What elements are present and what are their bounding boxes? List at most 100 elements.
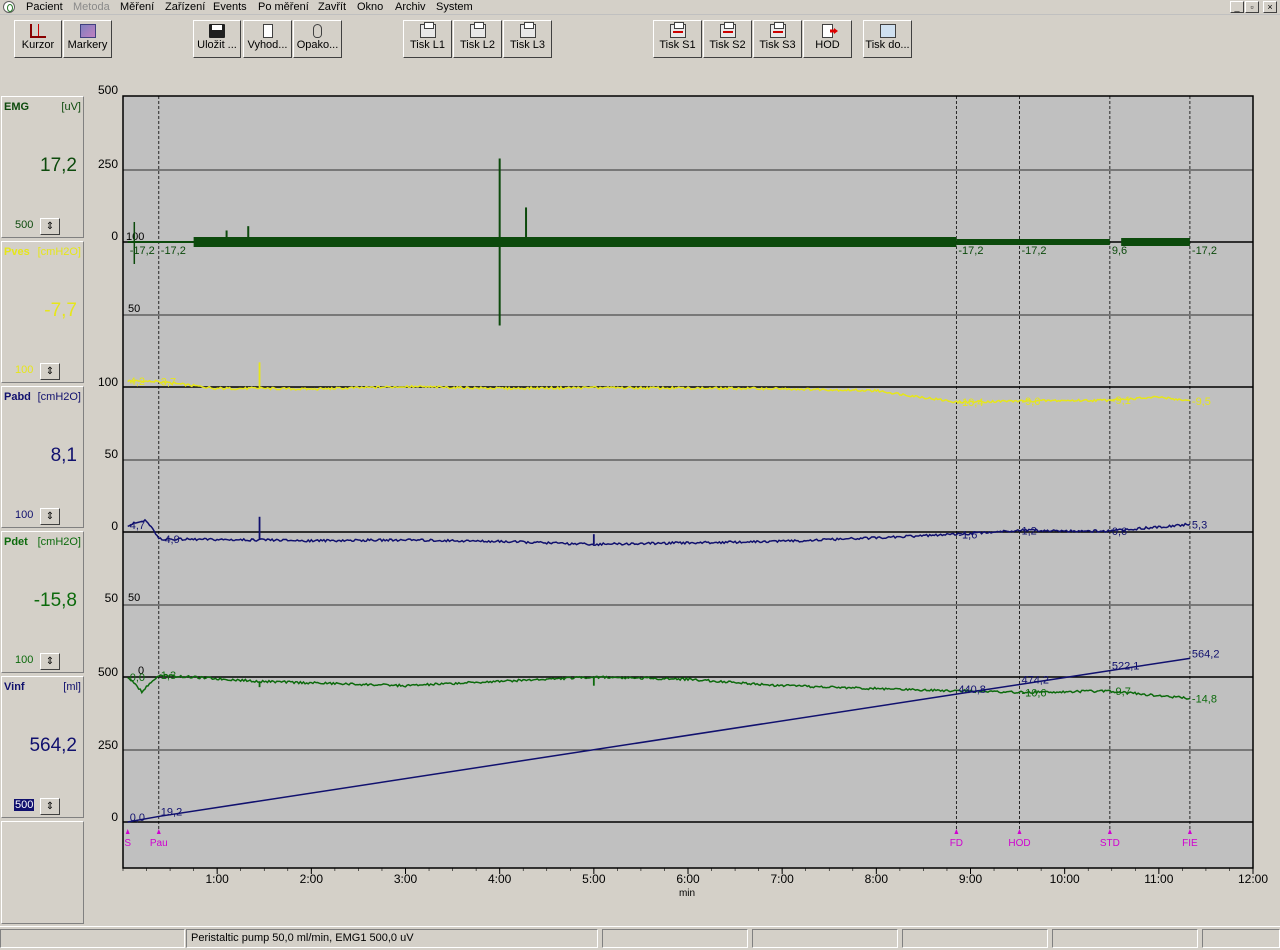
urodynamic-chart[interactable]: 500 250 0 100 50 50 0 500 250 0 100 50 50 0 1:00 2:00 3…	[86, 62, 1280, 924]
vyhodnoceni-button[interactable]: Vyhod...	[243, 20, 292, 58]
channel-unit: [cmH2O]	[37, 391, 81, 403]
channel-range: 100	[15, 509, 34, 521]
channel-empty	[1, 821, 84, 924]
menu-events[interactable]: Events	[213, 0, 247, 14]
x-tick-label: 11:00	[1144, 872, 1173, 886]
menu-okno[interactable]: Okno	[357, 0, 383, 14]
series-value-label: -9,1	[1112, 395, 1131, 407]
printer-red-icon	[719, 22, 736, 38]
status-panel-6	[1052, 929, 1198, 948]
tisk-l3-button[interactable]: Tisk L3	[503, 20, 552, 58]
menu-pacient[interactable]: Pacient	[26, 0, 63, 14]
menu-zarizeni[interactable]: Zařízení	[165, 0, 205, 14]
close-button[interactable]: ×	[1263, 1, 1277, 13]
status-panel-7	[1202, 929, 1280, 948]
app-logo-icon[interactable]	[3, 1, 15, 13]
series-value-label: -9,7	[1112, 686, 1131, 698]
channel-name: Vinf	[4, 681, 25, 693]
tisk-l2-button[interactable]: Tisk L2	[453, 20, 502, 58]
channel-vinf[interactable]: Vinf [ml] 564,2 500 ⇕	[1, 676, 84, 818]
series-value-label: -10,4	[958, 397, 983, 409]
series-value-label: 3,7	[161, 377, 176, 389]
channel-pdet[interactable]: Pdet [cmH2O] -15,8 100 ⇕	[1, 531, 84, 673]
scale-adjust-icon[interactable]: ⇕	[40, 653, 60, 670]
channel-emg[interactable]: EMG [uV] 17,2 500 ⇕	[1, 96, 84, 238]
y-tick-label: 0	[111, 519, 118, 533]
cursor-icon	[30, 24, 46, 38]
scale-adjust-icon[interactable]: ⇕	[40, 218, 60, 235]
x-tick-label: 3:00	[394, 872, 418, 886]
series-value-label: 1,3	[161, 670, 176, 682]
channel-name: EMG	[4, 101, 30, 113]
channel-pabd[interactable]: Pabd [cmH2O] 8,1 100 ⇕	[1, 386, 84, 528]
marker-label[interactable]: FD	[950, 838, 963, 849]
series-value-label: -1,6	[958, 529, 977, 541]
hod-button[interactable]: HOD	[803, 20, 852, 58]
minimize-button[interactable]: _	[1230, 1, 1244, 13]
channel-value: 17,2	[40, 155, 77, 176]
series-value-label: 474,2	[1021, 674, 1049, 686]
series-value-label: -17,2	[1192, 245, 1217, 257]
series-value-label: 564,2	[1192, 648, 1220, 660]
menu-archiv[interactable]: Archiv	[395, 0, 426, 14]
menu-mereni[interactable]: Měření	[120, 0, 154, 14]
marker-icon	[79, 24, 96, 38]
marker-label[interactable]: HOD	[1008, 838, 1030, 849]
x-tick-label: 9:00	[959, 872, 983, 886]
tisk-s3-button[interactable]: Tisk S3	[753, 20, 802, 58]
channel-pves[interactable]: Pves [cmH2O] -7,7 100 ⇕	[1, 241, 84, 383]
marker-label[interactable]: STD	[1100, 838, 1120, 849]
scale-adjust-icon[interactable]: ⇕	[40, 363, 60, 380]
scale-adjust-icon[interactable]: ⇕	[40, 798, 60, 815]
emg-band	[1121, 238, 1190, 246]
tisk-l1-button[interactable]: Tisk L1	[403, 20, 452, 58]
channel-value: 564,2	[29, 735, 77, 756]
tisk-s2-button[interactable]: Tisk S2	[703, 20, 752, 58]
channel-unit: [cmH2O]	[37, 536, 81, 548]
menu-metoda: Metoda	[73, 1, 110, 13]
menu-zavrit[interactable]: Zavřít	[318, 0, 346, 14]
x-tick-label: 2:00	[300, 872, 324, 886]
kurzor-button[interactable]: Kurzor	[14, 20, 62, 58]
series-value-label: -4,9	[161, 534, 180, 546]
save-icon	[209, 24, 225, 38]
ulozit-button[interactable]: Uložit ...	[193, 20, 241, 58]
status-message: Peristaltic pump 50,0 ml/min, EMG1 500,0…	[186, 929, 598, 948]
x-tick-label: 10:00	[1050, 872, 1080, 886]
marker-label[interactable]: Pau	[150, 838, 168, 849]
scale-adjust-icon[interactable]: ⇕	[40, 508, 60, 525]
series-value-label: 9,6	[1112, 245, 1127, 257]
channel-value: -7,7	[44, 300, 77, 321]
menu-po-mereni[interactable]: Po měření	[258, 0, 309, 14]
channel-panel: EMG [uV] 17,2 500 ⇕ Pves [cmH2O] -7,7 10…	[0, 96, 86, 924]
series-value-label: 5,3	[1192, 519, 1207, 531]
status-panel-4	[752, 929, 898, 948]
series-value-label: -14,8	[1192, 693, 1217, 705]
status-panel-5	[902, 929, 1048, 948]
series-value-label: 522,1	[1112, 661, 1140, 673]
y-tick-label: 250	[98, 157, 118, 171]
x-tick-label: 6:00	[676, 872, 700, 886]
marker-label[interactable]: S	[124, 838, 131, 849]
printer-icon	[419, 22, 436, 38]
y-tick-label: 100	[98, 375, 118, 389]
channel-range: 500	[15, 219, 34, 231]
plot-area	[122, 95, 1254, 869]
markery-button[interactable]: Markery	[63, 20, 112, 58]
printer-icon	[519, 22, 536, 38]
menu-system[interactable]: System	[436, 0, 473, 14]
x-axis: 1:00 2:00 3:00 4:00 5:00 6:00 7:00 8:00 9:00 10:0…	[122, 868, 1268, 886]
emg-band	[193, 237, 957, 247]
status-panel-left	[0, 929, 185, 948]
chart-svg[interactable]: 500250010050500500250010050500 1:00 2:00 3…	[86, 62, 1280, 924]
channel-name: Pves	[4, 246, 30, 258]
restore-button[interactable]: ▫	[1245, 1, 1259, 13]
tisk-do-button[interactable]: Tisk do...	[863, 20, 912, 58]
series-value-label: 4,7	[130, 520, 145, 532]
series-value-label: -10,6	[1021, 687, 1046, 699]
channel-range: 100	[15, 654, 34, 666]
series-value-label: 19,2	[161, 806, 182, 818]
opakovat-button[interactable]: Opako...	[293, 20, 342, 58]
tisk-s1-button[interactable]: Tisk S1	[653, 20, 702, 58]
marker-label[interactable]: FIE	[1182, 838, 1198, 849]
